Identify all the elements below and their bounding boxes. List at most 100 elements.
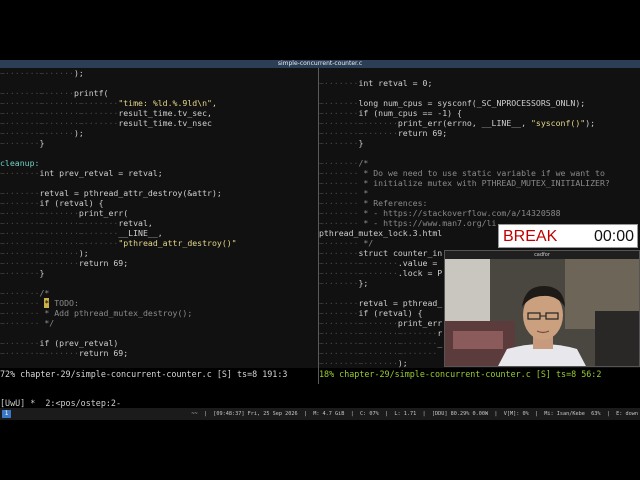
code-line[interactable]: ~·······} [0, 138, 318, 148]
code-line[interactable] [0, 148, 318, 158]
webcam-overlay[interactable]: cadfor [444, 250, 640, 367]
code-line[interactable]: ~······· * TODO: [0, 298, 318, 308]
whitespace-marker: ~······· [0, 198, 40, 208]
code-line[interactable]: ~·······} [319, 138, 640, 148]
whitespace-marker: ~·······~·······~······· [0, 218, 119, 228]
code-string: "time: %ld.%.9ld\n", [118, 98, 217, 108]
code-line[interactable]: ~·······/* [319, 158, 640, 168]
window-title: simple-concurrent-counter.c [277, 60, 363, 67]
code-line[interactable]: ~·······~·······~·······"time: %ld.%.9ld… [0, 98, 318, 108]
code-line[interactable]: ~·······int retval = 0; [319, 78, 640, 88]
whitespace-marker: ~······· [0, 188, 40, 198]
code-text: int prev_retval = retval; [39, 168, 163, 178]
whitespace-marker: ~·······~······· [0, 248, 79, 258]
code-text: result_time.tv_sec, [118, 108, 212, 118]
whitespace-marker: ~······· [319, 308, 359, 318]
code-line[interactable]: ~······· * [319, 188, 640, 198]
code-line[interactable]: ~·······if (retval) { [0, 198, 318, 208]
code-text: print_err(errno, __LINE__, [397, 118, 531, 128]
code-line[interactable]: ~······· */ [0, 318, 318, 328]
code-line[interactable]: ~······· * Do we need to use static vari… [319, 168, 640, 178]
code-line[interactable]: ~······· * initialize mutex with PTHREAD… [319, 178, 640, 188]
whitespace-marker: ~·······~·······~······· [0, 238, 119, 248]
whitespace-marker: ~······· [319, 218, 359, 228]
code-line[interactable]: ~·······~·······return 69; [319, 128, 640, 138]
code-text: ); [585, 118, 596, 128]
code-view-left[interactable]: ~·······~······); ~·······~······printf(~… [0, 68, 318, 358]
whitespace-marker: ~·······~·······~······· [0, 228, 119, 238]
whitespace-marker: ~······· [319, 178, 359, 188]
code-line[interactable]: ~·······if (num_cpus == -1) { [319, 108, 640, 118]
code-line[interactable]: ~······· * References: [319, 198, 640, 208]
whitespace-marker: ~······· [319, 278, 359, 288]
whitespace-marker: ~······· [0, 288, 40, 298]
code-text: pthread_mutex_lock.3.html [319, 228, 443, 238]
code-text: .lock = P [397, 268, 443, 278]
code-line[interactable] [319, 148, 640, 158]
system-bar: 1 ~~ | [09:48:37] Fri, 25 Sep 2026 | M: … [0, 408, 640, 420]
break-time: 00:00 [593, 228, 634, 245]
code-line[interactable]: ~·······~·······~·······"pthread_attr_de… [0, 238, 318, 248]
code-line[interactable]: ~·······if (prev_retval) [0, 338, 318, 348]
code-line[interactable]: ~·······~·······return 69; [0, 258, 318, 268]
whitespace-marker: ~·······~······ [0, 128, 74, 138]
code-line[interactable]: ~·······} [0, 268, 318, 278]
whitespace-marker: ~······· [319, 158, 359, 168]
code-line[interactable]: ~·······~·······); [0, 248, 318, 258]
break-label: BREAK [503, 228, 558, 245]
tmux-status-bar: [UwU] * 2:<pos/ostep:2- [0, 398, 122, 408]
whitespace-marker: ~·······~······· [0, 258, 79, 268]
code-line[interactable] [0, 178, 318, 188]
webcam-image [445, 259, 639, 366]
code-line[interactable] [319, 68, 640, 78]
whitespace-marker: ~·······~·······~······· [0, 118, 119, 128]
bottom-black-area [0, 420, 640, 480]
code-line[interactable]: ~······· * Add pthread_mutex_destroy(); [0, 308, 318, 318]
whitespace-marker: ~······· [319, 108, 359, 118]
status-line-left: 72% chapter-29/simple-concurrent-counter… [0, 369, 288, 379]
code-line[interactable]: ~·······~·······return 69; [0, 348, 318, 358]
code-line[interactable]: ~·······retval = pthread_attr_destroy(&a… [0, 188, 318, 198]
editor-pane-left[interactable]: ~·······~······); ~·······~······printf(~… [0, 68, 318, 368]
code-line[interactable]: ~·······~·······~·······retval, [0, 218, 318, 228]
code-comment: TODO: [49, 298, 79, 308]
whitespace-marker: ~······· [319, 248, 359, 258]
whitespace-marker: ~·······~······· [0, 348, 79, 358]
whitespace-marker: ~·······~······ [0, 68, 74, 78]
code-text: int retval = 0; [358, 78, 433, 88]
code-line[interactable]: ~·······~······printf( [0, 88, 318, 98]
code-text: retval = pthread_ [358, 298, 443, 308]
code-line[interactable]: ~·······long num_cpus = sysconf(_SC_NPRO… [319, 98, 640, 108]
whitespace-marker: ~······· [0, 308, 45, 318]
code-line[interactable]: ~·······~·······~·······result_time.tv_s… [0, 108, 318, 118]
code-text: if (prev_retval) [39, 338, 119, 348]
code-line[interactable]: ~·······~·······print_err( [0, 208, 318, 218]
code-text: struct counter_in [358, 248, 443, 258]
break-timer: BREAK 00:00 [498, 224, 638, 248]
whitespace-marker: ~·······~······· [319, 258, 398, 268]
code-line[interactable]: ~·······~·······print_err(errno, __LINE_… [319, 118, 640, 128]
code-line[interactable]: ~·······/* [0, 288, 318, 298]
code-line[interactable] [0, 278, 318, 288]
code-line[interactable]: ~·······~······); [0, 128, 318, 138]
code-text: return 69; [78, 258, 129, 268]
code-text: retval, [118, 218, 153, 228]
code-comment: * Add pthread_mutex_destroy(); [44, 308, 193, 318]
workspace-indicator[interactable]: 1 [2, 410, 11, 418]
code-line[interactable] [0, 78, 318, 88]
whitespace-marker: ~·······~·······~······· [319, 338, 438, 348]
code-text: } [39, 138, 45, 148]
code-line[interactable]: cleanup: [0, 158, 318, 168]
code-line[interactable] [319, 88, 640, 98]
code-line[interactable] [0, 328, 318, 338]
code-line[interactable]: ~·······~······); [0, 68, 318, 78]
code-string: "pthread_attr_destroy()" [118, 238, 237, 248]
code-line[interactable]: ~·······~·······~·······__LINE__, [0, 228, 318, 238]
whitespace-marker: ~······· [0, 268, 40, 278]
code-text: ); [397, 358, 408, 368]
code-line[interactable]: ~·······~·······~·······result_time.tv_n… [0, 118, 318, 128]
whitespace-marker: ~······· [319, 98, 359, 108]
code-line[interactable]: ~·······int prev_retval = retval; [0, 168, 318, 178]
whitespace-marker: ~·······~······· [319, 118, 398, 128]
code-line[interactable]: ~······· * - https://stackoverflow.com/a… [319, 208, 640, 218]
